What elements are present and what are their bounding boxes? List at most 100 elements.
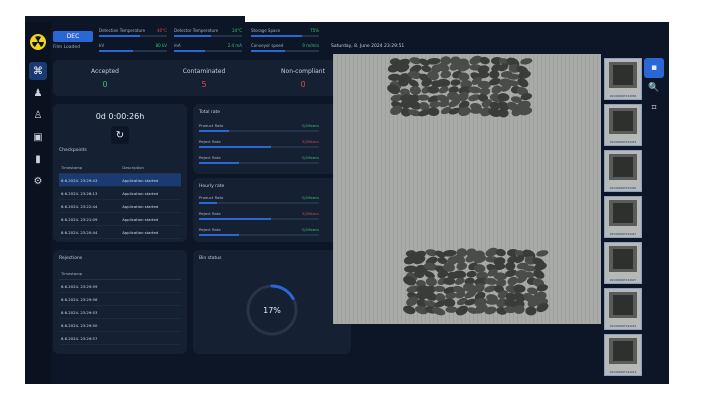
- thumbnail-label: 20240608T232953: [609, 140, 637, 144]
- stat-value: 5: [201, 80, 207, 89]
- elapsed-timer: 0d 0:00:26h: [95, 112, 145, 121]
- table-cell: 6.6.2024. 23:29:50: [59, 318, 181, 332]
- metric-value: 80 kV: [155, 43, 167, 48]
- metric-label: Conveyor speed: [251, 43, 284, 48]
- thumbnail-image: [609, 292, 637, 318]
- table-row[interactable]: 6.6.2024. 23:29:59: [59, 279, 181, 293]
- thumbnail-label: 20240608T194013: [609, 370, 637, 374]
- rate-row: Reject Rate 0/26secs: [199, 227, 319, 239]
- sidebar-item-scan[interactable]: ⌘: [29, 62, 47, 80]
- thumbnail-image: [609, 62, 637, 88]
- thumbnail[interactable]: 20240608T232950: [604, 150, 642, 192]
- checkpoints-title: Checkpoints: [59, 148, 87, 153]
- gear-icon: ⚙: [33, 175, 43, 187]
- rate-label: Product Rate: [199, 195, 224, 200]
- rejections-panel: Rejections Timestamp 6.6.2024. 23:29:59 6.…: [53, 250, 187, 354]
- table-cell: 6.6.2024. 23:29:53: [59, 305, 181, 319]
- metric-bar: [174, 35, 242, 37]
- metric-label: Storage Space: [251, 28, 281, 33]
- thumbnail-image: [609, 338, 637, 364]
- reload-button[interactable]: ↻: [111, 126, 129, 144]
- rate-label: Product Rate: [199, 123, 224, 128]
- sidebar-item-user[interactable]: ♟: [29, 84, 47, 102]
- rate-row: Product Rate 0/26secs: [199, 123, 319, 135]
- thumbnail-image: [609, 154, 637, 180]
- bin-status-title: Bin status: [199, 256, 222, 261]
- table-row[interactable]: 6.6.2024. 23:22:44 Application started: [59, 199, 181, 213]
- metric-label: Detection Temperature: [99, 28, 146, 33]
- rate-bar: [199, 218, 319, 220]
- metric-label: kV: [99, 43, 105, 48]
- thumbnail[interactable]: 20240608T232953: [604, 104, 642, 146]
- bin-status-gauge: 17%: [246, 284, 298, 336]
- package-icon: ▣: [33, 131, 43, 143]
- save-tool-button[interactable]: ▪: [644, 58, 664, 78]
- stat-contaminated: Contaminated 5: [156, 68, 252, 89]
- table-row[interactable]: 6.6.2024. 23:20:44 Application started: [59, 225, 181, 239]
- metric-value: 9 m/min: [302, 43, 319, 48]
- header-metric: Detection Temperature 40°C: [99, 28, 167, 40]
- table-cell: 6.6.2024. 23:29:57: [59, 331, 181, 345]
- table-row[interactable]: 6.6.2024. 23:29:50: [59, 318, 181, 332]
- checkpoints-table: Timestamp Description 6.6.2024. 23:29:43 Ap…: [59, 162, 181, 239]
- zoom-tool-button[interactable]: 🔍: [644, 78, 664, 98]
- metric-bar: [99, 50, 167, 52]
- film-status: Film Loaded: [53, 45, 80, 50]
- table-cell: Application started: [120, 225, 181, 239]
- thumbnail[interactable]: 20240608T194024: [604, 288, 642, 330]
- table-row[interactable]: 6.6.2024. 23:29:56: [59, 292, 181, 306]
- capture-date: Saturday, 8. June 2024 23:29:51: [331, 44, 405, 49]
- rate-row: Reject Rate 0/26secs: [199, 155, 319, 167]
- table-row[interactable]: 6.6.2024. 23:29:57: [59, 331, 181, 345]
- rate-bar: [199, 202, 319, 204]
- metric-bar: [251, 50, 319, 52]
- stat-value: 0: [102, 80, 108, 89]
- rate-bar: [199, 146, 319, 148]
- table-cell: Application started: [120, 186, 181, 200]
- table-row[interactable]: 6.6.2024. 23:29:53: [59, 305, 181, 319]
- thumbnail[interactable]: 20240608T232956: [604, 58, 642, 100]
- table-cell: 6.6.2024. 23:22:44: [59, 199, 121, 213]
- stat-label: Contaminated: [182, 68, 226, 75]
- thumbnail-label: 20240608T194024: [609, 324, 637, 328]
- hourly-rate-title: Hourly rate: [199, 184, 225, 189]
- users-icon: ♙: [33, 109, 43, 121]
- rate-bar: [199, 130, 319, 132]
- table-cell: 6.6.2024. 23:29:56: [59, 292, 181, 306]
- rate-value: 0/26secs: [302, 123, 319, 128]
- table-cell: 6.6.2024. 23:21:09: [59, 212, 121, 226]
- metric-value: 40°C: [157, 28, 167, 33]
- rate-label: Reject Rate: [199, 227, 221, 232]
- metric-bar: [99, 35, 167, 37]
- user-icon: ♟: [33, 87, 43, 99]
- stat-accepted: Accepted 0: [57, 68, 153, 89]
- thumbnail-strip: 20240608T232956 20240608T232953 20240608T2…: [604, 58, 642, 384]
- rate-row: Reject Rate 5/26secs: [199, 139, 319, 151]
- sidebar-item-users[interactable]: ♙: [29, 106, 47, 124]
- zoom-icon: 🔍: [648, 83, 660, 93]
- thumbnail-image: [609, 108, 637, 134]
- total-rate-title: Total rate: [199, 110, 221, 115]
- rate-row: Product Rate 0/26secs: [199, 195, 319, 207]
- rate-value: 0/26secs: [302, 195, 319, 200]
- xray-image: [333, 54, 601, 324]
- thumbnail-label: 20240608T232927: [609, 278, 637, 282]
- table-row[interactable]: 6.6.2024. 23:26:13 Application started: [59, 186, 181, 200]
- save-icon: ▪: [650, 63, 658, 73]
- sidebar-item-package[interactable]: ▣: [29, 128, 47, 146]
- sidebar-item-settings[interactable]: ⚙: [29, 172, 47, 190]
- table-row[interactable]: 6.6.2024. 23:21:09 Application started: [59, 212, 181, 226]
- radiation-logo-icon: [30, 34, 46, 50]
- dec-button[interactable]: DEC: [53, 31, 93, 42]
- bar-chart-icon: ▮: [35, 153, 41, 165]
- metric-bar: [251, 35, 319, 37]
- xray-image-viewer[interactable]: [333, 54, 601, 324]
- thumbnail[interactable]: 20240608T232947: [604, 196, 642, 238]
- sidebar-item-reports[interactable]: ▮: [29, 150, 47, 168]
- table-row[interactable]: 6.6.2024. 23:29:43 Application started: [59, 173, 181, 187]
- crop-tool-button[interactable]: ⌗: [644, 98, 664, 118]
- rate-value: 5/26secs: [302, 211, 319, 216]
- thumbnail[interactable]: 20240608T232927: [604, 242, 642, 284]
- thumbnail-label: 20240608T232947: [609, 232, 637, 236]
- thumbnail[interactable]: 20240608T194013: [604, 334, 642, 376]
